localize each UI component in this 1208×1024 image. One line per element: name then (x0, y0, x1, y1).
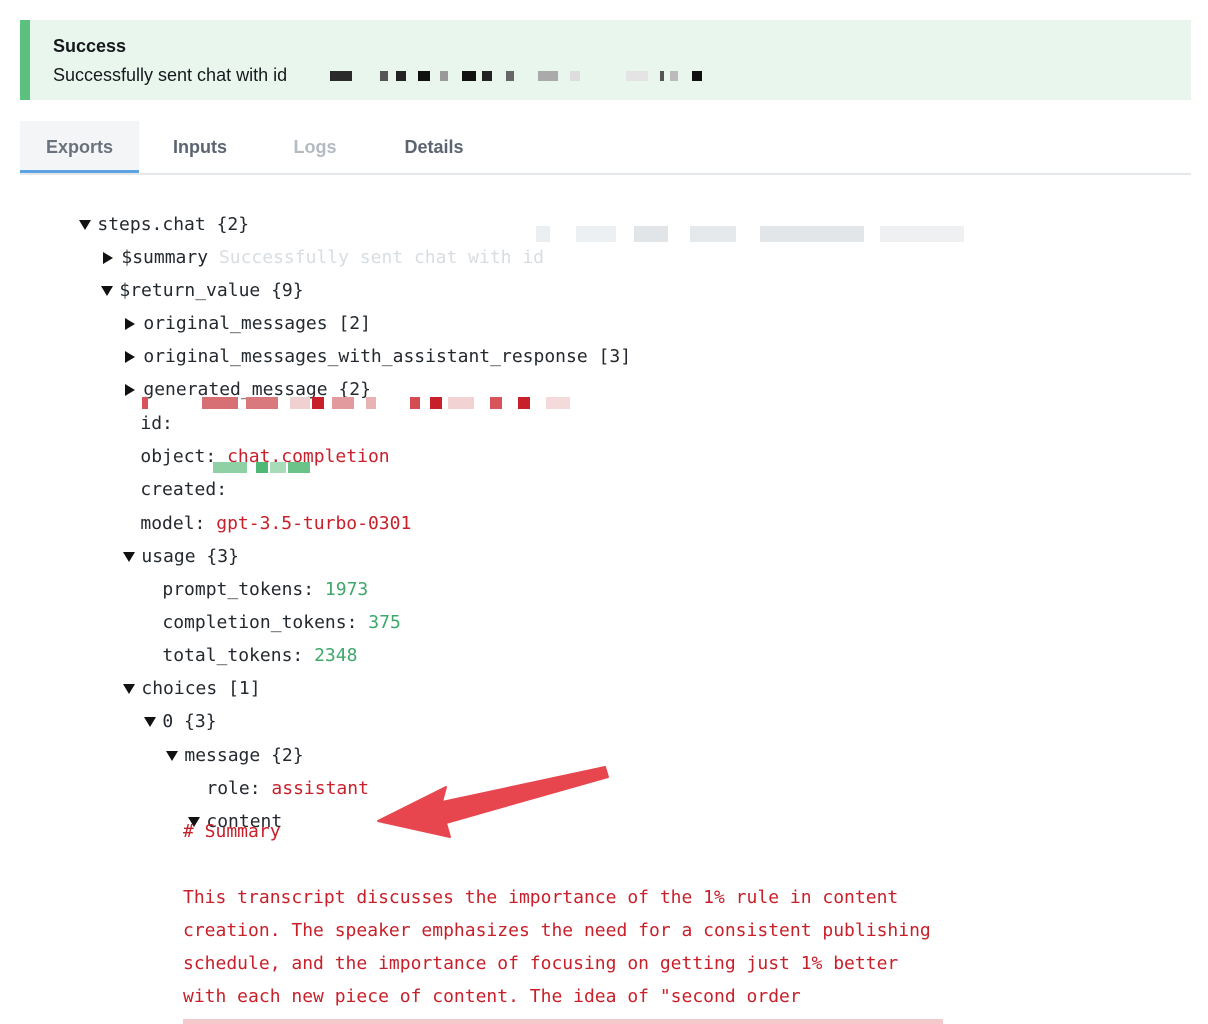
tree-node-content[interactable]: content (145, 786, 282, 832)
tree-node-completion-tokens: completion_tokens: 375 (162, 612, 401, 633)
tree-node-original-messages[interactable]: original_messages [2] (80, 288, 371, 334)
tree-node-message[interactable]: message {2} (123, 720, 304, 766)
tree-node-return-value[interactable]: $return_value {9} (58, 255, 304, 301)
model-value: gpt-3.5-turbo-0301 (216, 513, 412, 534)
tree-node-steps-chat[interactable]: steps.chat {2} (36, 189, 249, 235)
tree-node-summary[interactable]: $summary Successfully sent chat with id (58, 222, 544, 268)
tree-node-prompt-tokens: prompt_tokens: 1973 (162, 579, 369, 600)
tab-logs: Logs (293, 137, 337, 157)
tab-details[interactable]: Details (390, 121, 478, 173)
success-banner: Success Successfully sent chat with id (20, 20, 1191, 100)
content-line: # Summary (183, 821, 281, 842)
tab-inputs[interactable]: Inputs (155, 121, 245, 173)
tree-node-object: object: chat.completion (140, 446, 390, 467)
tree-node-id: id: (140, 413, 173, 434)
redacted-id (330, 71, 710, 83)
tab-bar: Exports Inputs Logs Details (20, 121, 1191, 175)
content-line: This transcript discusses the importance… (183, 887, 899, 908)
content-line: creation. The speaker emphasizes the nee… (183, 920, 931, 941)
tree-node-choice-0[interactable]: 0 {3} (101, 686, 217, 732)
tree-node-original-messages-with-assistant-response[interactable]: original_messages_with_assistant_respons… (80, 321, 631, 367)
tree-node-generated-message[interactable]: generated_message {2} (80, 354, 371, 400)
tree-node-usage[interactable]: usage {3} (80, 521, 239, 567)
tree-node-choices[interactable]: choices [1] (80, 653, 261, 699)
tab-exports[interactable]: Exports (20, 121, 139, 173)
role-value: assistant (271, 778, 369, 799)
banner-title: Success (53, 36, 127, 56)
tree-node-model: model: gpt-3.5-turbo-0301 (140, 513, 412, 534)
tree-node-total-tokens: total_tokens: 2348 (162, 645, 358, 666)
content-line: with each new piece of content. The idea… (183, 986, 801, 1007)
tree-node-created: created: (140, 479, 228, 500)
tree-node-role: role: assistant (206, 778, 369, 799)
annotation-arrow-icon (377, 766, 609, 838)
content-line: schedule, and the importance of focusing… (183, 953, 899, 974)
banner-message: Successfully sent chat with id (53, 65, 288, 85)
